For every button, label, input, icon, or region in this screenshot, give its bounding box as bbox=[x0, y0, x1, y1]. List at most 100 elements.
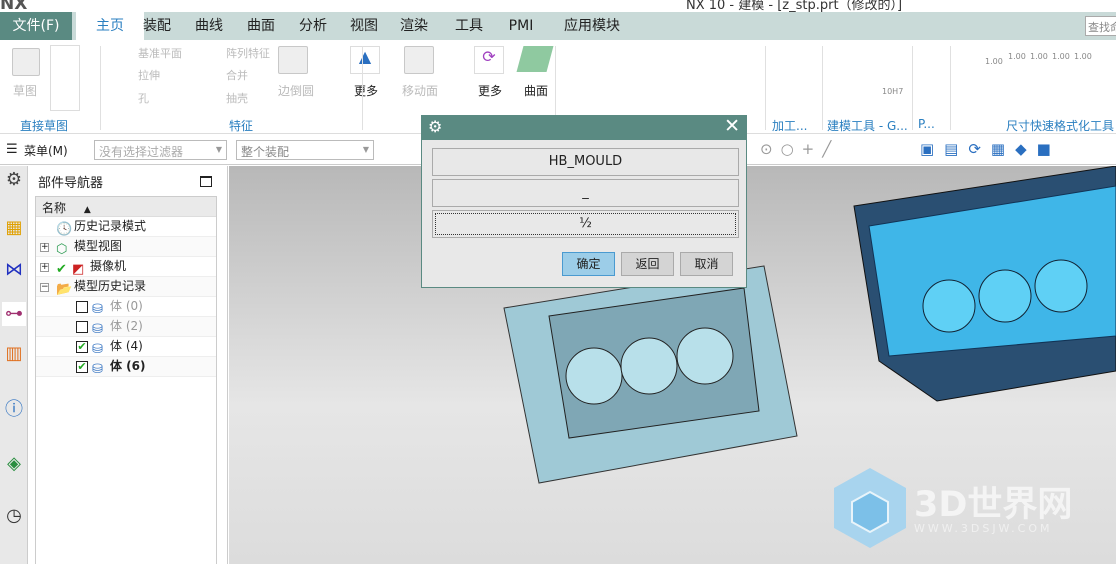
group-p[interactable]: P... bbox=[918, 117, 935, 131]
command-search-input[interactable]: 查找命令 bbox=[1085, 16, 1116, 36]
selection-scope-dropdown[interactable]: 整个装配 bbox=[236, 140, 374, 160]
part-navigator: 部件导航器 名称 ▲ 🕓 历史记录模式 + ⬡ 模型视图 + ✔ ◩ 摄像机 − 📂 模型历史记… bbox=[28, 166, 228, 564]
divider bbox=[362, 46, 363, 130]
ok-button[interactable]: 确定 bbox=[562, 252, 615, 276]
tree-item-history-mode[interactable]: 🕓 历史记录模式 bbox=[36, 217, 216, 237]
tolerance-fit-button[interactable]: 10H7 bbox=[882, 87, 903, 96]
cavity-circle bbox=[620, 337, 678, 395]
more-button[interactable]: 更多 bbox=[354, 82, 378, 99]
divider bbox=[822, 46, 823, 130]
selection-filter-dropdown[interactable]: 没有选择过滤器 bbox=[94, 140, 227, 160]
gear-icon[interactable]: ⚙ bbox=[2, 168, 26, 192]
divider bbox=[765, 46, 766, 130]
sort-asc-icon: ▲ bbox=[83, 205, 91, 215]
tree-item-model-history[interactable]: − 📂 模型历史记录 bbox=[36, 277, 216, 297]
hole-button[interactable]: 孔 bbox=[138, 90, 149, 106]
tab-surface[interactable]: 曲面 bbox=[238, 12, 284, 40]
visibility-checkbox-checked[interactable]: ✔ bbox=[76, 361, 88, 373]
tree-item-body-2[interactable]: ⛁ 体 (2) bbox=[36, 317, 216, 337]
dialog-header[interactable]: ⚙ ✕ bbox=[422, 115, 746, 140]
dim-format-2[interactable]: 1.00 bbox=[1008, 52, 1026, 61]
core-circle bbox=[922, 279, 976, 333]
dim-format-3[interactable]: 1.00 bbox=[1030, 52, 1048, 61]
visibility-checkbox-checked[interactable]: ✔ bbox=[76, 341, 88, 353]
divider bbox=[950, 46, 951, 130]
view-tool-icons[interactable]: ▣▤⟳▦◆■ bbox=[920, 140, 1061, 158]
history-clock-icon[interactable]: ◷ bbox=[2, 504, 26, 528]
reuse-library-icon[interactable]: ▥ bbox=[2, 342, 26, 366]
column-header-name[interactable]: 名称 ▲ bbox=[36, 197, 216, 217]
expand-icon[interactable]: + bbox=[40, 263, 49, 272]
selection-dialog: ⚙ ✕ HB_MOULD _ ½ 确定 返回 取消 bbox=[421, 115, 747, 288]
title-bar: NX NX 10 - 建模 - [z_stp.prt（修改的）] bbox=[0, 0, 1116, 12]
pattern-feature-button[interactable]: 阵列特征 bbox=[226, 45, 270, 61]
menu-icon: ☰ bbox=[6, 142, 18, 157]
tree-item-body-6[interactable]: ✔ ⛁ 体 (6) bbox=[36, 357, 216, 377]
web-browser-icon[interactable]: ◈ bbox=[2, 452, 26, 476]
collapse-icon[interactable]: − bbox=[40, 283, 49, 292]
maximize-icon[interactable] bbox=[200, 176, 212, 187]
group-machining[interactable]: 加工... bbox=[772, 117, 807, 134]
surface-button[interactable]: 曲面 bbox=[524, 82, 548, 99]
dim-format-5[interactable]: 1.00 bbox=[1074, 52, 1092, 61]
surface-icon bbox=[516, 46, 554, 72]
option-hb-mould[interactable]: HB_MOULD bbox=[432, 148, 739, 176]
close-icon[interactable]: ✕ bbox=[724, 115, 740, 137]
sketch-curve-gallery[interactable] bbox=[50, 45, 80, 111]
menu-button[interactable]: 菜单(M) bbox=[24, 142, 68, 159]
body-icon: ⛁ bbox=[92, 362, 103, 377]
tab-assembly[interactable]: 装配 bbox=[134, 12, 180, 40]
assembly-navigator-icon[interactable]: ▦ bbox=[2, 216, 26, 240]
move-face-button[interactable]: 移动面 bbox=[402, 82, 438, 99]
tree-item-body-0[interactable]: ⛁ 体 (0) bbox=[36, 297, 216, 317]
expand-icon[interactable]: + bbox=[40, 243, 49, 252]
back-button[interactable]: 返回 bbox=[621, 252, 674, 276]
visibility-checkbox[interactable] bbox=[76, 301, 88, 313]
group-modeling-tools[interactable]: 建模工具 - G... bbox=[827, 117, 908, 134]
info-icon[interactable]: ⓘ bbox=[2, 398, 26, 422]
extrude-button[interactable]: 拉伸 bbox=[138, 67, 160, 83]
tab-render[interactable]: 渲染 bbox=[391, 12, 437, 40]
cancel-button[interactable]: 取消 bbox=[680, 252, 733, 276]
option-underscore[interactable]: _ bbox=[432, 179, 739, 207]
core-circle bbox=[1034, 259, 1088, 313]
nx-logo: NX bbox=[0, 0, 28, 12]
navigator-title: 部件导航器 bbox=[38, 176, 104, 191]
item-label: 体 (4) bbox=[110, 339, 143, 353]
more-sync-button[interactable]: 更多 bbox=[478, 82, 502, 99]
group-feature[interactable]: 特征 bbox=[229, 117, 253, 134]
edge-blend-icon bbox=[278, 46, 308, 74]
tab-curve[interactable]: 曲线 bbox=[186, 12, 232, 40]
cavity-circle bbox=[565, 347, 623, 405]
tab-tools[interactable]: 工具 bbox=[446, 12, 492, 40]
item-label: 模型历史记录 bbox=[74, 279, 147, 293]
option-half[interactable]: ½ bbox=[432, 210, 739, 238]
datum-plane-button[interactable]: 基准平面 bbox=[138, 45, 182, 61]
tab-application[interactable]: 应用模块 bbox=[552, 12, 632, 40]
tab-analysis[interactable]: 分析 bbox=[290, 12, 336, 40]
item-label: 体 (0) bbox=[110, 299, 143, 313]
tab-view[interactable]: 视图 bbox=[341, 12, 387, 40]
watermark-logo-icon bbox=[834, 468, 906, 548]
watermark-url: WWW.3DSJW.COM bbox=[914, 522, 1053, 535]
tree-item-cameras[interactable]: + ✔ ◩ 摄像机 bbox=[36, 257, 216, 277]
tree-item-body-4[interactable]: ✔ ⛁ 体 (4) bbox=[36, 337, 216, 357]
window-title: NX 10 - 建模 - [z_stp.prt（修改的）] bbox=[686, 0, 903, 12]
gear-icon[interactable]: ⚙ bbox=[428, 117, 442, 136]
constraint-navigator-icon[interactable]: ⋈ bbox=[2, 258, 26, 282]
tab-pmi[interactable]: PMI bbox=[498, 12, 544, 40]
edge-blend-button[interactable]: 边倒圆 bbox=[278, 82, 314, 99]
group-direct-sketch[interactable]: 直接草图 bbox=[20, 117, 68, 134]
snap-point-icons[interactable]: ⊙○+╱ bbox=[760, 140, 839, 158]
tree-item-model-views[interactable]: + ⬡ 模型视图 bbox=[36, 237, 216, 257]
sketch-button[interactable]: 草图 bbox=[13, 82, 37, 99]
shell-button[interactable]: 抽壳 bbox=[226, 90, 248, 106]
tab-file[interactable]: 文件(F) bbox=[0, 12, 72, 40]
dim-format-1[interactable]: 1.00 bbox=[985, 57, 1003, 66]
group-dim-format[interactable]: 尺寸快速格式化工具 - bbox=[1006, 117, 1116, 134]
unite-button[interactable]: 合并 bbox=[226, 67, 248, 83]
part-navigator-icon[interactable]: ⊶ bbox=[2, 302, 26, 326]
divider bbox=[912, 46, 913, 130]
visibility-checkbox[interactable] bbox=[76, 321, 88, 333]
dim-format-4[interactable]: 1.00 bbox=[1052, 52, 1070, 61]
